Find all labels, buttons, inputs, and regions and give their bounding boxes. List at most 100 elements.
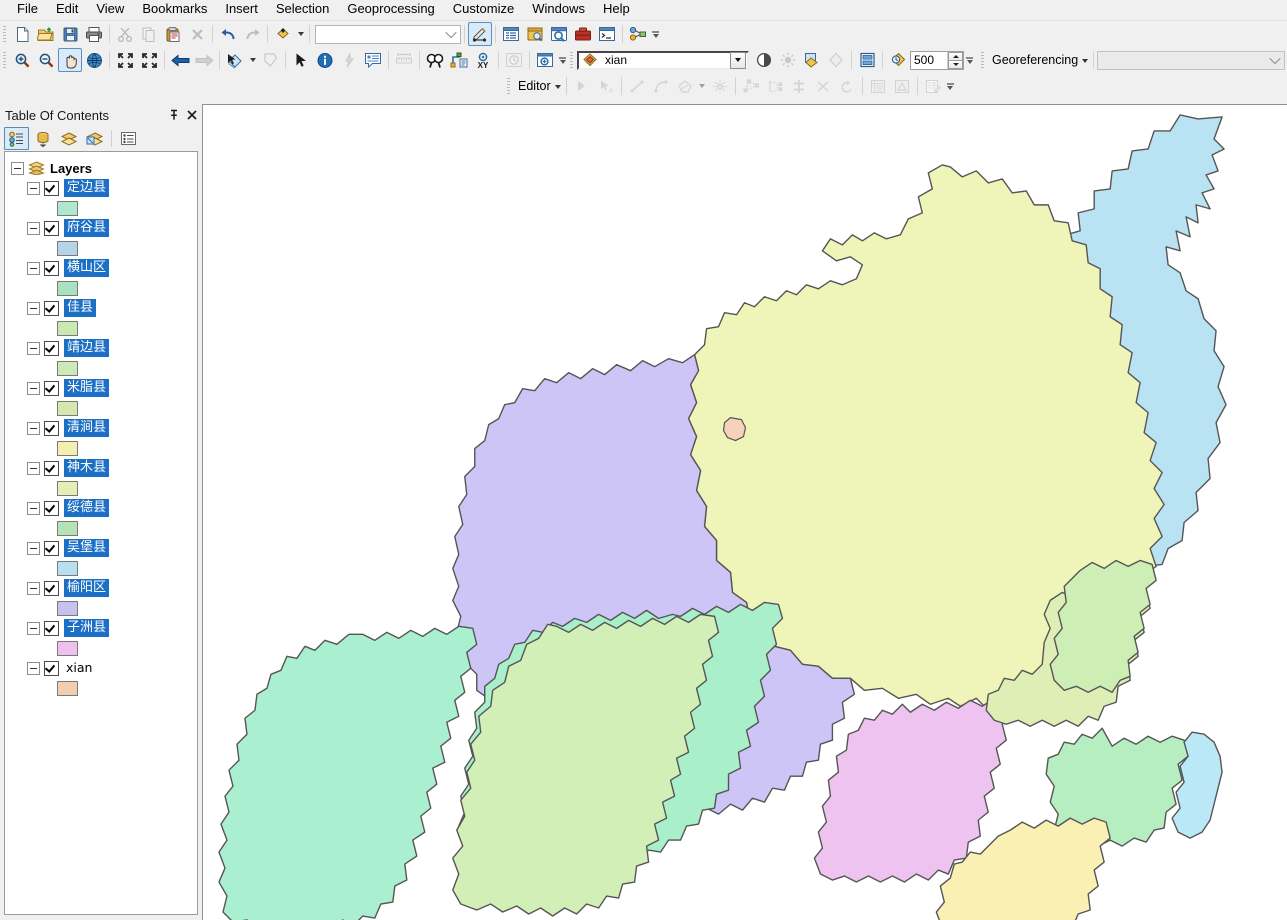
- chevron-down-icon[interactable]: [443, 26, 459, 43]
- construction-tools-icon[interactable]: [673, 74, 697, 98]
- layer-symbol-swatch[interactable]: [57, 240, 78, 256]
- layer-symbol-swatch[interactable]: [57, 200, 78, 216]
- attributes-icon[interactable]: [866, 74, 890, 98]
- expander-icon[interactable]: [27, 301, 40, 315]
- select-features-icon[interactable]: [223, 48, 247, 72]
- expander-icon[interactable]: [11, 161, 24, 175]
- layer-visibility-checkbox[interactable]: [44, 460, 59, 476]
- standard-toolbar-overflow[interactable]: [650, 23, 661, 45]
- menu-insert[interactable]: Insert: [216, 0, 267, 19]
- spinner-arrows[interactable]: [947, 51, 963, 69]
- toc-layer-row-11[interactable]: 子洲县: [5, 618, 197, 638]
- georeferencing-toolbar-grip[interactable]: [981, 52, 984, 68]
- toc-tree[interactable]: Layers 定边县 府谷县 横山区 佳县 靖边县 米脂县 清涧县 神木县 绥德…: [4, 151, 198, 915]
- layer-visibility-checkbox[interactable]: [44, 500, 59, 516]
- chevron-down-icon[interactable]: [1267, 52, 1283, 69]
- modelbuilder-icon[interactable]: [626, 22, 650, 46]
- layer-visibility-checkbox[interactable]: [44, 540, 59, 556]
- arctoolbox-icon[interactable]: [571, 22, 595, 46]
- zoom-out-icon[interactable]: [34, 48, 58, 72]
- flicker-rate-clock-icon[interactable]: [886, 48, 910, 72]
- brightness-icon[interactable]: [776, 48, 800, 72]
- effects-toolbar-grip[interactable]: [570, 52, 573, 68]
- python-window-icon[interactable]: [595, 22, 619, 46]
- layer-symbol-swatch[interactable]: [57, 440, 78, 456]
- layer-symbol-swatch[interactable]: [57, 480, 78, 496]
- fixed-zoom-in-icon[interactable]: [113, 48, 137, 72]
- menu-geoprocessing[interactable]: Geoprocessing: [338, 0, 443, 19]
- layer-visibility-checkbox[interactable]: [44, 220, 59, 236]
- layer-visibility-checkbox[interactable]: [44, 580, 59, 596]
- find-icon[interactable]: [423, 48, 447, 72]
- menu-edit[interactable]: Edit: [47, 0, 87, 19]
- toc-layer-row-9[interactable]: 吴堡县: [5, 538, 197, 558]
- add-data-dropdown-arrow[interactable]: [295, 23, 306, 45]
- find-route-icon[interactable]: [447, 48, 471, 72]
- map-features-layer[interactable]: [203, 105, 1287, 920]
- redo-icon[interactable]: [240, 22, 264, 46]
- toc-symbol-row-2[interactable]: [5, 278, 197, 298]
- menu-help[interactable]: Help: [594, 0, 639, 19]
- expander-icon[interactable]: [27, 261, 40, 275]
- toc-symbol-row-1[interactable]: [5, 238, 197, 258]
- expander-icon[interactable]: [27, 581, 40, 595]
- toc-layer-row-7[interactable]: 神木县: [5, 458, 197, 478]
- layer-visibility-checkbox[interactable]: [44, 340, 59, 356]
- save-icon[interactable]: [58, 22, 82, 46]
- list-by-selection-icon[interactable]: [82, 127, 107, 150]
- fixed-zoom-out-icon[interactable]: [137, 48, 161, 72]
- editor-menu[interactable]: Editor: [514, 79, 563, 93]
- spinner-up-icon[interactable]: [948, 51, 963, 60]
- edit-tool-icon[interactable]: [570, 74, 594, 98]
- flicker-rate-value[interactable]: 500: [911, 52, 947, 69]
- expander-icon[interactable]: [27, 621, 40, 635]
- go-to-xy-icon[interactable]: XY: [471, 48, 495, 72]
- expander-icon[interactable]: [27, 661, 40, 675]
- map-polygon-xian[interactable]: [722, 417, 747, 442]
- tools-toolbar-overflow[interactable]: [557, 49, 568, 71]
- toc-layer-row-1[interactable]: 府谷县: [5, 218, 197, 238]
- straight-segment-icon[interactable]: [625, 74, 649, 98]
- transparency-icon[interactable]: [800, 48, 824, 72]
- toc-layer-row-5[interactable]: 米脂县: [5, 378, 197, 398]
- sketch-properties-icon[interactable]: [890, 74, 914, 98]
- html-popup-icon[interactable]: [361, 48, 385, 72]
- options-icon[interactable]: [116, 127, 141, 150]
- split-tool-icon[interactable]: [811, 74, 835, 98]
- toc-symbol-row-6[interactable]: [5, 438, 197, 458]
- menu-selection[interactable]: Selection: [267, 0, 338, 19]
- layer-symbol-swatch[interactable]: [57, 400, 78, 416]
- pin-icon[interactable]: [165, 106, 183, 124]
- menu-bookmarks[interactable]: Bookmarks: [133, 0, 216, 19]
- time-slider-icon[interactable]: [502, 48, 526, 72]
- toc-root-layers[interactable]: Layers: [5, 158, 197, 178]
- layer-visibility-checkbox[interactable]: [44, 420, 59, 436]
- georeferencing-menu[interactable]: Georeferencing: [988, 53, 1090, 67]
- menu-file[interactable]: File: [8, 0, 47, 19]
- toc-symbol-row-4[interactable]: [5, 358, 197, 378]
- create-features-icon[interactable]: [921, 74, 945, 98]
- expander-icon[interactable]: [27, 461, 40, 475]
- expander-icon[interactable]: [27, 221, 40, 235]
- toc-symbol-row-8[interactable]: [5, 518, 197, 538]
- editor-toolbar-icon[interactable]: [468, 22, 492, 46]
- editor-toolbar-overflow[interactable]: [945, 75, 956, 97]
- toc-layer-row-6[interactable]: 清涧县: [5, 418, 197, 438]
- layer-symbol-swatch[interactable]: [57, 600, 78, 616]
- construction-tools-dropdown-arrow[interactable]: [697, 75, 708, 97]
- list-by-source-icon[interactable]: [30, 127, 55, 150]
- measure-icon[interactable]: [392, 48, 416, 72]
- paste-icon[interactable]: [161, 22, 185, 46]
- expander-icon[interactable]: [27, 381, 40, 395]
- scale-combo[interactable]: [315, 24, 461, 44]
- print-icon[interactable]: [82, 22, 106, 46]
- delete-x-icon[interactable]: [185, 22, 209, 46]
- expander-icon[interactable]: [27, 341, 40, 355]
- forward-extent-icon[interactable]: [192, 48, 216, 72]
- chevron-down-icon[interactable]: [730, 51, 746, 69]
- layer-visibility-checkbox[interactable]: [44, 180, 59, 196]
- toc-layer-row-12[interactable]: xian: [5, 658, 197, 678]
- layer-symbol-swatch[interactable]: [57, 560, 78, 576]
- layer-symbol-swatch[interactable]: [57, 320, 78, 336]
- table-of-contents-icon[interactable]: [499, 22, 523, 46]
